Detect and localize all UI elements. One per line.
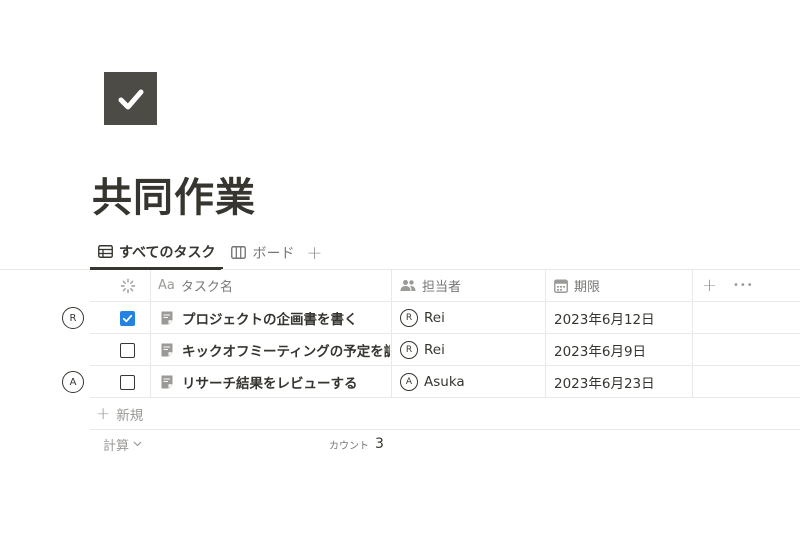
column-header-task-name[interactable]: Aa タスク名 [158,270,233,301]
text-property-icon: Aa [158,278,175,293]
assignee[interactable]: R Rei [400,334,445,366]
task-name[interactable]: キックオフミーティングの予定を調整 [182,334,390,366]
chevron-down-icon [133,441,142,447]
task-name[interactable]: プロジェクトの企画書を書く [182,302,390,334]
page-doc-icon [161,311,173,325]
new-row-button[interactable]: + 新規 [96,398,143,429]
tab-all-tasks-label: すべてのタスク [119,244,216,261]
view-tabs: すべてのタスク ボード + [90,236,322,269]
avatar: A [400,373,418,391]
add-property-button[interactable]: + [702,270,717,301]
tab-board[interactable]: ボード [223,236,302,269]
tab-board-label: ボード [252,245,295,262]
new-row-label: 新規 [116,407,144,424]
plus-icon: + [96,403,111,424]
page-doc-icon [161,343,173,357]
table-row[interactable]: R プロジェクトの企画書を書く R Rei 2023年6月12日 [0,302,800,334]
column-header-due[interactable]: 期限 [554,270,600,301]
page-doc-icon [161,375,173,389]
due-date[interactable]: 2023年6月23日 [554,366,655,398]
table-row[interactable]: A リサーチ結果をレビューする A Asuka 2023年6月23日 [0,366,800,398]
assignee[interactable]: A Asuka [400,366,465,398]
page-title[interactable]: 共同作業 [92,172,256,224]
table-icon [98,245,113,258]
check-icon [122,314,133,323]
task-name[interactable]: リサーチ結果をレビューする [182,366,390,398]
people-icon [400,279,416,292]
task-checkbox[interactable] [120,343,135,358]
column-header-label: タスク名 [180,280,233,295]
comment-avatar[interactable]: R [62,307,84,329]
column-header-status[interactable] [120,270,142,301]
column-header-label: 期限 [574,280,601,295]
assignee[interactable]: R Rei [400,302,445,334]
assignee-name: Asuka [424,374,465,390]
column-header-label: 担当者 [422,280,462,295]
due-date[interactable]: 2023年6月12日 [554,302,655,334]
more-options-button[interactable]: ••• [733,270,754,301]
assignee-name: Rei [424,310,445,326]
count-summary[interactable]: カウント 3 [329,431,384,457]
count-value: 3 [375,436,384,452]
board-icon [231,246,247,259]
new-row-divider [90,429,800,430]
checkmark-icon [118,89,143,109]
column-header-assignee[interactable]: 担当者 [400,270,461,301]
avatar: R [400,309,418,327]
calculate-button[interactable]: 計算 [103,431,142,457]
calendar-icon [554,279,568,293]
status-loader-icon [120,278,136,294]
due-date[interactable]: 2023年6月9日 [554,334,646,366]
table-row[interactable]: キックオフミーティングの予定を調整 R Rei 2023年6月9日 [0,334,800,366]
tab-all-tasks[interactable]: すべてのタスク [90,236,224,269]
comment-avatar[interactable]: A [62,371,84,393]
page-icon[interactable] [104,72,157,125]
add-view-button[interactable]: + [306,242,322,264]
count-label: カウント [329,440,369,452]
task-checkbox[interactable] [120,311,135,326]
calculate-label: 計算 [103,438,130,454]
assignee-name: Rei [424,342,445,358]
avatar: R [400,341,418,359]
task-checkbox[interactable] [120,375,135,390]
